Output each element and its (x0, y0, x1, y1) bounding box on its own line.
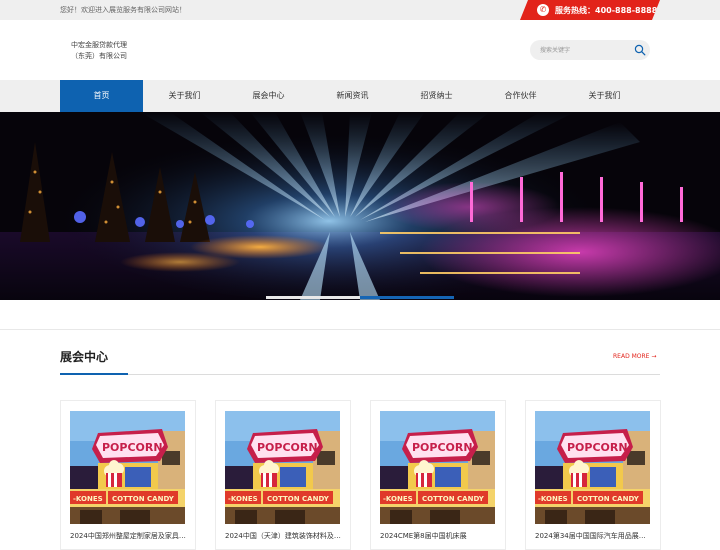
svg-text:POPCORN!: POPCORN! (257, 441, 323, 454)
top-bar: 您好！欢迎进入展览服务有限公司网站！ ✆ 服务热线：400-888-8888 (0, 0, 720, 20)
nav-item-home[interactable]: 首页 (60, 80, 143, 112)
svg-text:POPCORN!: POPCORN! (567, 441, 633, 454)
nav-item-exhibitions[interactable]: 展会中心 (227, 80, 310, 112)
exhibition-card-1[interactable]: POPCORN! -KONES COTTON CANDY 2024中国郑州整屋定… (60, 400, 196, 550)
card-thumbnail[interactable]: POPCORN! -KONES COTTON CANDY (70, 411, 185, 524)
section-divider (0, 329, 720, 330)
svg-text:COTTON CANDY: COTTON CANDY (577, 495, 640, 503)
phone-icon: ✆ (537, 4, 549, 16)
hotline-text: 服务热线：400-888-8888 (555, 6, 658, 15)
exhibition-card-4[interactable]: POPCORN! -KONES COTTON CANDY 2024第34届中国国… (525, 400, 661, 550)
search-icon[interactable] (634, 44, 646, 56)
header: 中宏金服贷款代理 （东莞）有限公司 (0, 20, 720, 80)
popcorn-store-image: POPCORN! -KONES COTTON CANDY (535, 411, 650, 524)
logo-line-1[interactable]: 中宏金服贷款代理 (71, 40, 127, 50)
hotline-badge: ✆ 服务热线：400-888-8888 (520, 0, 660, 20)
nav-item-news[interactable]: 新闻资讯 (311, 80, 394, 112)
nav-item-about[interactable]: 关于我们 (143, 80, 226, 112)
popcorn-store-image: POPCORN! -KONES COTTON CANDY (225, 411, 340, 524)
search-input[interactable] (540, 44, 630, 56)
svg-text:-KONES: -KONES (73, 495, 103, 503)
card-thumbnail[interactable]: POPCORN! -KONES COTTON CANDY (380, 411, 495, 524)
card-thumbnail[interactable]: POPCORN! -KONES COTTON CANDY (535, 411, 650, 524)
svg-text:POPCORN!: POPCORN! (102, 441, 168, 454)
section-underline (60, 374, 660, 375)
read-more-link[interactable]: READ MORE → (613, 353, 656, 360)
section-accent-bar (60, 373, 128, 375)
nav-item-about-2[interactable]: 关于我们 (563, 80, 646, 112)
svg-text:POPCORN!: POPCORN! (412, 441, 478, 454)
hero-banner[interactable] (0, 112, 720, 300)
popcorn-store-image: POPCORN! -KONES COTTON CANDY (380, 411, 495, 524)
search-box (530, 40, 650, 60)
nav-item-partners[interactable]: 合作伙伴 (479, 80, 562, 112)
logo-line-2[interactable]: （东莞）有限公司 (71, 51, 127, 61)
svg-text:COTTON CANDY: COTTON CANDY (112, 495, 175, 503)
section-title: 展会中心 (60, 350, 109, 364)
main-nav: 首页 关于我们 展会中心 新闻资讯 招贤纳士 合作伙伴 关于我们 (0, 80, 720, 112)
svg-text:COTTON CANDY: COTTON CANDY (267, 495, 330, 503)
popcorn-store-image: POPCORN! -KONES COTTON CANDY (70, 411, 185, 524)
svg-text:-KONES: -KONES (228, 495, 258, 503)
slide-dot-2[interactable] (360, 296, 454, 299)
banner-image (0, 112, 720, 300)
exhibition-card-3[interactable]: POPCORN! -KONES COTTON CANDY 2024CME第8届中… (370, 400, 506, 550)
card-thumbnail[interactable]: POPCORN! -KONES COTTON CANDY (225, 411, 340, 524)
exhibition-card-2[interactable]: POPCORN! -KONES COTTON CANDY 2024中国（天津）建… (215, 400, 351, 550)
svg-text:-KONES: -KONES (538, 495, 568, 503)
nav-item-recruit[interactable]: 招贤纳士 (395, 80, 478, 112)
slide-dot-1[interactable] (266, 296, 360, 299)
svg-text:COTTON CANDY: COTTON CANDY (422, 495, 485, 503)
welcome-text: 您好！欢迎进入展览服务有限公司网站！ (60, 6, 186, 14)
svg-text:-KONES: -KONES (383, 495, 413, 503)
